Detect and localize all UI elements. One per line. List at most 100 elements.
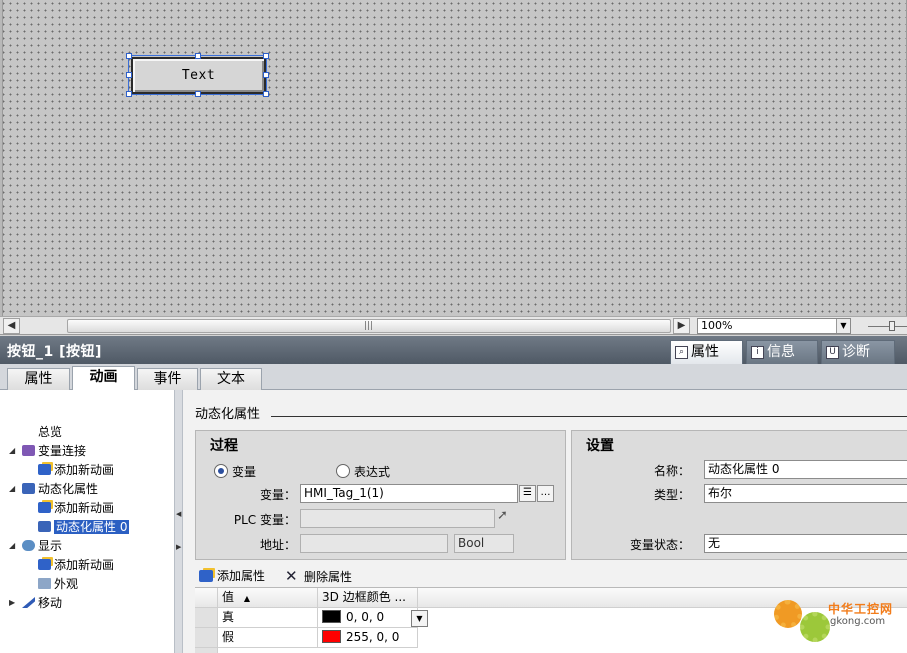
- animation-tree: 总览 ◢ 变量连接 添加新动画 ◢ 动态化属性 添加新动画 动态化属性 0 ◢ …: [0, 390, 175, 653]
- hmi-screen-canvas[interactable]: Text: [0, 0, 907, 316]
- tree-item-label: 添加新动画: [54, 558, 115, 572]
- tab-info[interactable]: i 信息: [746, 340, 818, 364]
- color-swatch-red: [322, 630, 341, 643]
- panel-splitter[interactable]: ◀ ▶: [175, 390, 183, 653]
- tree-item-add-animation-3[interactable]: 添加新动画: [38, 556, 114, 574]
- hmi-button-text: Text: [181, 68, 216, 83]
- tree-item-display[interactable]: ◢ 显示: [9, 537, 63, 555]
- section-title: 动态化属性: [195, 407, 261, 422]
- dynamize-icon: [22, 483, 35, 494]
- tag-field[interactable]: HMI_Tag_1(1): [300, 484, 518, 503]
- tab-info-label: 信息: [767, 344, 795, 360]
- green-gear-icon: [800, 612, 830, 642]
- tag-state-value: 无: [708, 536, 721, 550]
- add-animation-icon: [38, 464, 51, 475]
- tree-item-label: 移动: [38, 596, 63, 610]
- hmi-text-button[interactable]: Text: [131, 57, 266, 94]
- collapse-left-arrow-icon[interactable]: ◀: [176, 510, 181, 518]
- table-row-color[interactable]: 0, 0, 0: [318, 608, 418, 628]
- tree-item-movement[interactable]: ▶ 移动: [9, 594, 63, 612]
- table-row-value[interactable]: 真: [218, 608, 318, 628]
- row-value: 假: [222, 630, 235, 644]
- delete-x-icon: ✕: [285, 567, 298, 585]
- type-label: 类型：: [653, 488, 690, 502]
- grid-header-value[interactable]: 值 ▲: [218, 588, 318, 608]
- tree-item-label: 显示: [38, 539, 63, 553]
- tag-connection-icon: [22, 445, 35, 456]
- add-property-icon: [199, 570, 213, 582]
- expand-triangle-icon[interactable]: ◢: [9, 442, 15, 460]
- add-property-label: 添加属性: [217, 569, 266, 583]
- tree-item-overview[interactable]: 总览: [38, 423, 62, 441]
- collapsed-triangle-icon[interactable]: ▶: [9, 594, 15, 612]
- subtab-animation[interactable]: 动画: [72, 366, 135, 391]
- scroll-left-button[interactable]: ◀: [3, 318, 20, 334]
- table-row-value[interactable]: 假: [218, 628, 318, 648]
- horizontal-scrollbar-row: ◀ ||| ▶ 100% ▼: [0, 316, 907, 335]
- tree-item-dynamize-0[interactable]: 动态化属性 0: [38, 518, 130, 536]
- add-animation-icon: [38, 502, 51, 513]
- tree-item-tag-connection[interactable]: ◢ 变量连接: [9, 442, 86, 460]
- expand-right-arrow-icon[interactable]: ▶: [176, 543, 181, 551]
- resize-handle-bottom-left[interactable]: [126, 91, 132, 97]
- tree-item-appearance[interactable]: 外观: [38, 575, 78, 593]
- zoom-value: 100%: [701, 319, 733, 332]
- zoom-slider-knob[interactable]: [889, 321, 895, 331]
- address-label: 地址：: [259, 538, 296, 552]
- radio-expression[interactable]: [336, 464, 350, 478]
- delete-property-button[interactable]: ✕ 删除属性: [285, 567, 352, 585]
- tree-item-add-animation-2[interactable]: 添加新动画: [38, 499, 114, 517]
- name-field[interactable]: 动态化属性 0: [704, 460, 907, 479]
- tree-item-dynamize[interactable]: ◢ 动态化属性: [9, 480, 99, 498]
- address-field: [300, 534, 448, 553]
- canvas-left-edge: [0, 0, 3, 316]
- zoom-slider[interactable]: [868, 320, 907, 332]
- tree-item-label: 动态化属性: [38, 482, 99, 496]
- resize-handle-top-right[interactable]: [263, 53, 269, 59]
- plc-tag-link-arrow-icon[interactable]: ➚: [497, 508, 508, 523]
- resize-handle-top-left[interactable]: [126, 53, 132, 59]
- tag-state-label: 变量状态：: [629, 538, 690, 552]
- subtab-texts[interactable]: 文本: [200, 368, 262, 390]
- grid-row-header[interactable]: [195, 608, 218, 628]
- section-divider: [271, 416, 907, 417]
- zoom-select[interactable]: 100%: [697, 318, 851, 334]
- type-select[interactable]: 布尔: [704, 484, 907, 503]
- subtab-texts-label: 文本: [217, 371, 245, 387]
- tag-label: 变量：: [259, 488, 296, 502]
- tab-properties[interactable]: ⌕ 属性: [670, 340, 743, 364]
- inspector-title-bar: 按钮_1 [按钮] ⌕ 属性 i 信息 Ū 诊断: [0, 336, 907, 364]
- grid-row-header[interactable]: [195, 628, 218, 648]
- tag-browse-button[interactable]: …: [537, 485, 554, 502]
- grid-header-border-color-label: 3D 边框颜色 ...: [322, 590, 406, 604]
- resize-handle-top[interactable]: [195, 53, 201, 59]
- subtab-events[interactable]: 事件: [137, 368, 198, 390]
- tree-item-add-animation-1[interactable]: 添加新动画: [38, 461, 114, 479]
- tag-state-select[interactable]: 无: [704, 534, 907, 553]
- resize-handle-right[interactable]: [263, 72, 269, 78]
- color-dropdown-chevron-down-icon[interactable]: ▼: [411, 610, 428, 627]
- diagnostics-icon: Ū: [826, 346, 839, 359]
- process-group-title: 过程: [210, 438, 238, 454]
- tab-diagnostics[interactable]: Ū 诊断: [821, 340, 895, 364]
- watermark-url: gkong.com: [830, 616, 886, 627]
- dynamize-property-icon: [38, 521, 51, 532]
- magnifier-icon: ⌕: [675, 346, 688, 359]
- tag-value: HMI_Tag_1(1): [304, 486, 384, 500]
- scroll-right-button[interactable]: ▶: [673, 318, 690, 334]
- resize-handle-left[interactable]: [126, 72, 132, 78]
- resize-handle-bottom-right[interactable]: [263, 91, 269, 97]
- table-row-color[interactable]: 255, 0, 0: [318, 628, 418, 648]
- tag-list-icon[interactable]: ☰: [519, 485, 536, 502]
- grid-header-border-color[interactable]: 3D 边框颜色 ...: [318, 588, 418, 608]
- expand-triangle-icon[interactable]: ◢: [9, 480, 15, 498]
- zoom-dropdown-chevron-down-icon[interactable]: ▼: [836, 319, 850, 333]
- expand-triangle-icon[interactable]: ◢: [9, 537, 15, 555]
- scrollbar-thumb[interactable]: |||: [67, 319, 671, 333]
- resize-handle-bottom[interactable]: [195, 91, 201, 97]
- subtab-properties[interactable]: 属性: [7, 368, 70, 390]
- radio-tag[interactable]: [214, 464, 228, 478]
- settings-group-title: 设置: [586, 438, 614, 454]
- add-property-button[interactable]: 添加属性: [199, 567, 265, 584]
- inspector-title: 按钮_1 [按钮]: [7, 344, 102, 360]
